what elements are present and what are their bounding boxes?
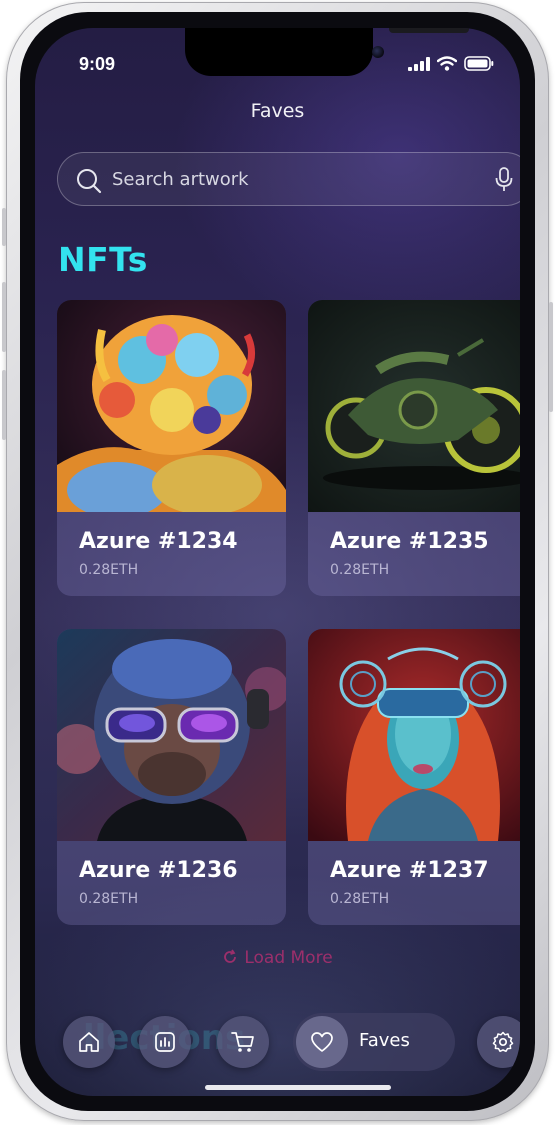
cart-icon <box>231 1032 254 1052</box>
search-icon <box>77 169 102 194</box>
mute-switch <box>2 208 6 246</box>
speaker <box>389 28 469 33</box>
notch <box>185 28 469 76</box>
nft-card[interactable]: Azure #1236 0.28ETH <box>57 629 286 925</box>
nft-price: 0.28ETH <box>79 891 139 907</box>
nft-name: Azure #1237 <box>330 858 489 883</box>
page-title: Faves <box>250 100 305 122</box>
nft-card[interactable]: Azure #1234 0.28ETH <box>57 300 286 596</box>
volume-down-button <box>2 370 6 440</box>
phone-bezel: 9:09 Faves Search artwork NFTs Azure #12… <box>20 12 535 1111</box>
nav-faves-icon-wrap <box>296 1016 348 1068</box>
nft-name: Azure #1236 <box>79 858 238 883</box>
nft-price: 0.28ETH <box>79 562 139 578</box>
nft-price: 0.28ETH <box>330 562 390 578</box>
nft-artwork-colorful-creature <box>57 300 286 512</box>
nft-artwork-motorcycle <box>308 300 520 512</box>
wifi-icon <box>437 56 457 71</box>
nav-faves-label: Faves <box>359 1030 410 1051</box>
nav-settings-button[interactable] <box>477 1016 520 1068</box>
nft-name: Azure #1234 <box>79 529 238 554</box>
status-time: 9:09 <box>79 54 116 74</box>
nft-price: 0.28ETH <box>330 891 390 907</box>
refresh-icon <box>224 949 237 963</box>
search-bar[interactable] <box>57 152 520 206</box>
screen: 9:09 Faves Search artwork NFTs Azure #12… <box>35 28 520 1096</box>
nft-name: Azure #1235 <box>330 529 489 554</box>
nav-cart-button[interactable] <box>217 1016 269 1068</box>
battery-icon <box>464 56 494 71</box>
volume-up-button <box>2 282 6 352</box>
power-button <box>549 302 553 412</box>
nft-card[interactable]: Azure #1235 0.28ETH <box>308 300 520 596</box>
chart-icon <box>155 1032 175 1052</box>
phone-frame: 9:09 Faves Search artwork NFTs Azure #12… <box>2 2 553 1121</box>
nft-artwork-cyber-woman <box>308 629 520 841</box>
search-input[interactable] <box>112 165 472 193</box>
home-indicator[interactable] <box>205 1085 391 1090</box>
gear-icon <box>492 1031 514 1053</box>
home-icon <box>79 1032 99 1052</box>
signal-icon <box>408 56 430 71</box>
nft-card[interactable]: Azure #1237 0.28ETH <box>308 629 520 925</box>
nav-stats-button[interactable] <box>139 1016 191 1068</box>
status-icons <box>408 56 494 71</box>
microphone-icon[interactable] <box>494 167 514 193</box>
camera <box>372 46 384 58</box>
nav-faves-tab-active[interactable]: Faves <box>293 1013 455 1071</box>
heart-icon <box>311 1032 333 1052</box>
load-more-button[interactable]: Load More <box>35 948 520 968</box>
load-more-label: Load More <box>244 948 333 968</box>
section-title-nfts: NFTs <box>58 240 148 279</box>
nav-home-button[interactable] <box>63 1016 115 1068</box>
nft-artwork-ape-sunglasses <box>57 629 286 841</box>
